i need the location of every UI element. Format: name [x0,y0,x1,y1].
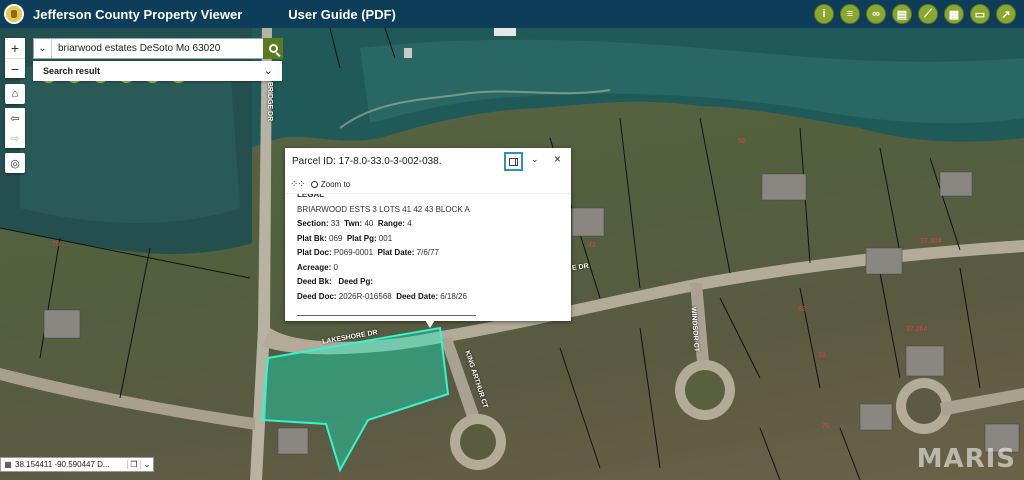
popup-pointer [425,320,435,328]
legal-heading: LEGAL [297,194,325,199]
zoom-in-icon [310,180,318,188]
plat-doc-label: Plat Doc: [297,248,332,257]
locate-button[interactable]: ◎ [5,153,25,173]
chevron-down-icon[interactable]: ⌄ [140,460,153,469]
binoculars-icon[interactable]: ∞ [866,4,886,24]
basemap-icon[interactable]: ▦ [944,4,964,24]
twn-value: 40 [364,219,374,228]
coordinate-widget: ▦ 38.154411 -90.590447 D... ❐ ⌄ [0,457,154,472]
plat-doc-row: Plat Doc: P069-0001 Plat Date: 7/6/77 [297,246,559,261]
popup-header: Parcel ID: 17-8.0-33.0-3-002-038. ⌄ × [285,148,571,175]
popup-title: Parcel ID: 17-8.0-33.0-3-002-038. [292,156,442,167]
lot-label: 50 [738,138,746,145]
legal-description: BRIARWOOD ESTS 3 LOTS 41 42 43 BLOCK A [297,204,470,214]
acreage-row: Acreage: 0 [297,261,559,276]
chevron-down-icon: ⌄ [263,65,273,77]
dock-icon [509,157,518,166]
lot-label: 70 [52,241,60,248]
deed-pg-label: Deed Pg: [338,277,374,286]
acreage-value: 0 [333,262,338,272]
section-label: Section: [297,219,329,228]
close-button[interactable]: × [554,152,561,166]
search-input[interactable] [52,39,265,58]
range-label: Range: [377,219,405,228]
collapse-button[interactable]: ⌄ [531,154,539,165]
lot-label: 43 [588,242,596,249]
search-icon [268,44,278,53]
twn-label: Twn: [344,219,363,228]
search-result-dropdown[interactable]: Search result ⌄ [33,61,282,81]
plat-date-value: 7/6/77 [416,248,439,257]
user-guide-link[interactable]: User Guide (PDF) [288,7,396,22]
plat-bk-label: Plat Bk: [297,233,327,243]
deed-doc-label: Deed Doc: [297,291,337,301]
range-value: 4 [407,219,412,228]
lot-label: 82 [798,306,806,313]
zoom-to-label: Zoom to [320,179,351,189]
search-bar: ⌄ × [33,38,282,59]
copy-icon[interactable]: ❐ [127,460,140,469]
acreage-label: Acreage: [297,262,332,272]
search-source-dropdown[interactable]: ⌄ [34,39,52,58]
plat-pg-value: 001 [378,233,393,243]
deed-doc-row: Deed Doc: 2026R-016568 Deed Date: 6/18/2… [297,290,559,305]
print-icon[interactable]: ▤ [892,4,912,24]
bookmark-icon[interactable]: ▭ [970,4,990,24]
search-result-label: Search result [43,66,101,76]
divider [297,315,476,316]
plat-pg-label: Plat Pg: [346,233,377,243]
deed-date-label: Deed Date: [396,291,438,301]
lot-label: 70 [822,423,830,430]
dock-button[interactable] [504,152,523,171]
deed-doc-value: 2026R-016568 [338,291,392,301]
crosshair-icon[interactable]: ▦ [1,460,15,469]
county-seal-logo [4,4,24,24]
popup-actions: ⁘⁘ Zoom to [285,175,571,194]
previous-extent-button[interactable]: ⇦ [5,108,25,128]
plat-row: Plat Bk: 069 Plat Pg: 001 [297,232,559,247]
measure-icon[interactable]: ⟋ [918,4,938,24]
home-button[interactable]: ⌂ [5,84,25,104]
info-icon[interactable]: i [814,4,834,24]
actions-menu-icon[interactable]: ⁘⁘ [290,179,306,190]
plat-date-label: Plat Date: [377,248,415,257]
app-header: Jefferson County Property Viewer User Gu… [0,0,1024,28]
header-toolbar: i ≡ ∞ ▤ ⟋ ▦ ▭ ↗ [814,4,1016,24]
lot-label: 37.264 [906,326,928,333]
lot-label: 37.304 [920,238,942,245]
zoom-to-button[interactable]: Zoom to [310,179,351,189]
zoom-in-button[interactable]: + [5,38,25,58]
deed-row: Deed Bk: Deed Pg: [297,275,559,290]
road-label: BRIDGE DR [266,81,274,122]
deed-bk-label: Deed Bk: [297,277,332,286]
extent-nav-controls: ⇦ ⇨ [5,108,25,148]
popup-content: LEGAL BRIARWOOD ESTS 3 LOTS 41 42 43 BLO… [285,194,571,316]
share-icon[interactable]: ↗ [996,4,1016,24]
section-row: Section: 33 Twn: 40 Range: 4 [297,217,559,232]
deed-date-value: 6/18/26 [440,291,467,301]
plat-bk-value: 069 [329,233,343,243]
zoom-out-button[interactable]: − [5,58,25,78]
section-value: 33 [330,219,340,228]
plat-doc-value: P069-0001 [333,248,374,257]
coordinate-readout: 38.154411 -90.590447 D... [15,460,110,469]
watermark: MARIS [916,444,1016,474]
zoom-controls: + − [5,38,25,78]
layers-icon[interactable]: ≡ [840,4,860,24]
lot-label: 33 [818,352,826,359]
parcel-popup: Parcel ID: 17-8.0-33.0-3-002-038. ⌄ × ⁘⁘… [285,148,571,321]
next-extent-button[interactable]: ⇨ [5,128,25,148]
app-title: Jefferson County Property Viewer [33,6,243,22]
search-button[interactable] [263,38,283,59]
